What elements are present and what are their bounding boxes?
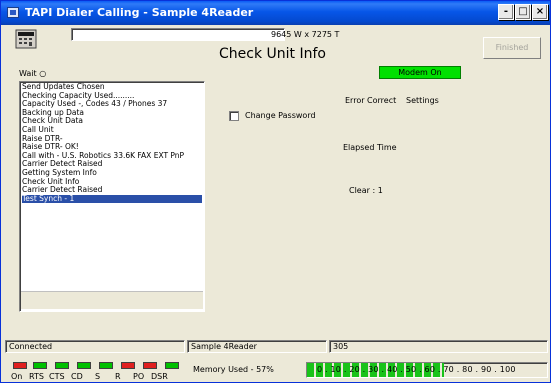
modem-indicator-lights: On RTS CTS CD S R PO DSR — [11, 362, 185, 382]
log-item[interactable]: Raise DTR- OK! — [22, 143, 202, 152]
elapsed-time-label: Elapsed Time — [343, 143, 397, 152]
clear-count: Clear : 1 — [349, 186, 383, 195]
log-footer-panel — [21, 291, 203, 309]
modem-status-badge: Modem On — [379, 66, 461, 79]
tapi-dialer-window: TAPI Dialer Calling - Sample 4Reader - □… — [0, 0, 551, 383]
log-item[interactable]: Test Synch - 1 — [22, 194, 202, 204]
error-correct-label: Error Correct — [345, 96, 397, 105]
indicator-label: CD — [71, 372, 83, 381]
memory-bar-scale: 0 . 10 . 20 . 30 . 40 . 50 . 60 . 70 . 8… — [317, 365, 516, 374]
log-item[interactable]: Carrier Detect Raised — [22, 160, 202, 169]
memory-used-label: Memory Used - 57% — [193, 365, 274, 374]
log-item[interactable]: Call Unit — [22, 126, 202, 135]
app-icon — [7, 7, 19, 18]
change-password-checkbox[interactable] — [229, 111, 239, 121]
status-reader: Sample 4Reader — [187, 340, 327, 353]
wait-label: Wait ○ — [19, 69, 47, 78]
indicator-label: CTS — [49, 372, 65, 381]
settings-label: Settings — [406, 96, 439, 105]
log-item[interactable]: Call with - U.S. Robotics 33.6K FAX EXT … — [22, 152, 202, 161]
page-title: Check Unit Info — [219, 46, 326, 62]
indicator-light-dsr — [165, 362, 179, 369]
log-item[interactable]: Checking Capacity Used......... — [22, 92, 202, 101]
status-connection: Connected — [5, 340, 185, 353]
indicator-light-rts — [33, 362, 47, 369]
indicator-label: DSR — [151, 372, 168, 381]
log-item[interactable]: Backing up Data — [22, 109, 202, 118]
status-number: 305 — [329, 340, 548, 353]
indicator-label: On — [11, 372, 23, 381]
log-item[interactable]: Check Unit Info — [22, 178, 202, 187]
indicator-label: PO — [133, 372, 145, 381]
indicator-light-s — [99, 362, 113, 369]
indicator-light-po — [143, 362, 157, 369]
close-button[interactable]: × — [532, 4, 548, 20]
window-title: TAPI Dialer Calling - Sample 4Reader — [25, 6, 254, 19]
indicator-light-cd — [77, 362, 91, 369]
title-bar[interactable]: TAPI Dialer Calling - Sample 4Reader - □… — [1, 1, 550, 25]
log-item[interactable]: Capacity Used -, Codes 43 / Phones 37 — [22, 100, 202, 109]
change-password-label: Change Password — [245, 111, 316, 120]
indicator-light-r — [121, 362, 135, 369]
log-item[interactable]: Check Unit Data — [22, 117, 202, 126]
maximize-button[interactable]: □ — [515, 4, 531, 20]
indicator-light-on — [13, 362, 27, 369]
finished-button[interactable]: Finished — [483, 37, 541, 59]
log-item[interactable]: Getting System Info — [22, 169, 202, 178]
indicator-label: S — [95, 372, 101, 381]
memory-bar: 0 . 10 . 20 . 30 . 40 . 50 . 60 . 70 . 8… — [306, 362, 548, 378]
log-item[interactable]: Carrier Detect Raised — [22, 186, 202, 195]
top-progress-field — [71, 28, 285, 41]
indicator-light-cts — [55, 362, 69, 369]
minimize-button[interactable]: - — [498, 4, 514, 20]
indicator-label: RTS — [29, 372, 44, 381]
log-item[interactable]: Raise DTR- — [22, 135, 202, 144]
calculator-icon[interactable] — [15, 29, 37, 49]
log-item[interactable]: Send Updates Chosen — [22, 83, 202, 92]
indicator-label: R — [115, 372, 121, 381]
dimensions-readout: 9645 W x 7275 T — [271, 30, 340, 39]
status-log-list[interactable]: Send Updates Chosen Checking Capacity Use… — [19, 81, 205, 312]
